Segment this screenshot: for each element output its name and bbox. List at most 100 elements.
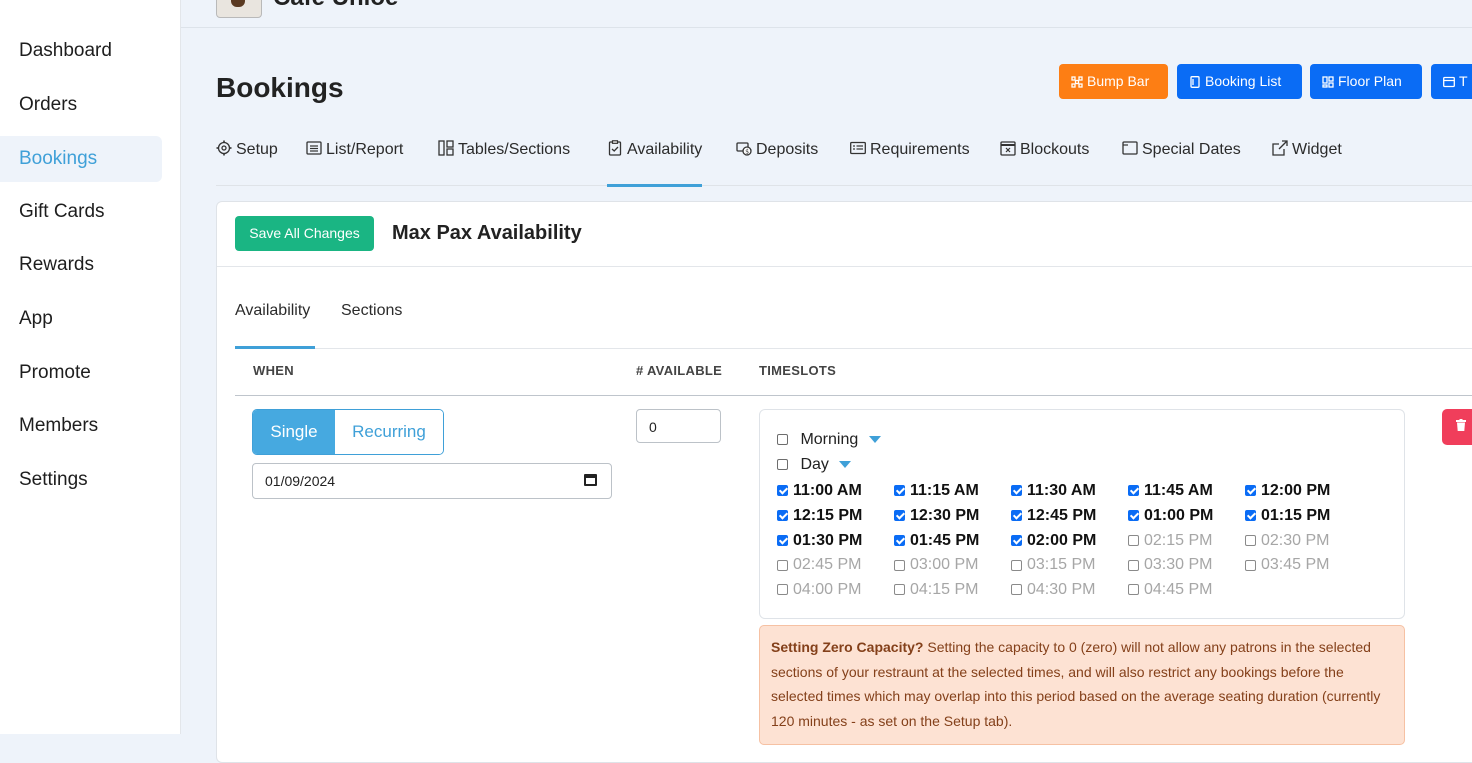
timeslot-checkbox[interactable] [1011,485,1022,497]
timeslot-checkbox[interactable] [1128,534,1139,546]
more-options-icon[interactable]: ··· [419,0,439,9]
timeslot-label: 12:30 PM [910,506,980,524]
morning-checkbox[interactable] [777,434,788,446]
timeslot-checkbox[interactable] [777,559,788,571]
sidebar-item-settings[interactable]: Settings [0,457,162,503]
timeslot-checkbox[interactable] [1011,584,1022,596]
timeslot-item[interactable]: 02:00 PM [1011,532,1096,550]
timeslot-item[interactable]: 04:15 PM [894,581,978,599]
timeslot-item[interactable]: 12:00 PM [1245,482,1330,500]
sidebar-item-gift-cards[interactable]: Gift Cards [0,189,162,235]
delete-row-button[interactable] [1442,409,1472,445]
floor-plan-button[interactable]: Floor Plan [1310,64,1422,99]
timeslot-label: 12:15 PM [793,506,863,524]
timeslot-item[interactable]: 02:15 PM [1128,532,1212,550]
subtab-sections[interactable]: Sections [341,302,402,346]
timeslot-label: 02:30 PM [1261,531,1330,549]
timeslot-item[interactable]: 04:45 PM [1128,581,1212,599]
timeslot-label: 02:15 PM [1144,531,1213,549]
tab-special-dates[interactable]: Special Dates [1122,138,1241,184]
timeslot-item[interactable]: 12:15 PM [777,507,862,525]
save-all-changes-button[interactable]: Save All Changes [235,216,374,251]
tab-tables-sections-label: Tables/Sections [458,141,571,158]
timeslot-item[interactable]: 04:30 PM [1011,581,1095,599]
booking-list-button[interactable]: Booking List [1177,64,1302,99]
timeslot-checkbox[interactable] [894,534,905,546]
timeslot-checkbox[interactable] [1245,510,1256,522]
recurring-mode-button[interactable]: Recurring [335,410,443,454]
page-title: Bookings [216,72,344,103]
timeslot-item[interactable]: 11:15 AM [894,482,979,500]
timeslot-item[interactable]: 03:45 PM [1245,556,1329,574]
single-mode-button[interactable]: Single [253,410,335,454]
timeslot-item[interactable]: 02:45 PM [777,556,861,574]
timeslot-checkbox[interactable] [894,584,905,596]
timeslot-item[interactable]: 03:30 PM [1128,556,1212,574]
timeslot-checkbox[interactable] [1245,534,1256,546]
timeslot-item[interactable]: 04:00 PM [777,581,861,599]
tab-tables-sections[interactable]: Tables/Sections [438,138,570,184]
timeslot-checkbox[interactable] [777,485,788,497]
day-group[interactable]: Day [777,456,852,474]
timeslot-checkbox[interactable] [1128,559,1139,571]
tab-list-report[interactable]: List/Report [306,138,403,184]
timeslot-item[interactable]: 01:30 PM [777,532,862,550]
bump-bar-button[interactable]: Bump Bar [1059,64,1168,99]
timeslot-checkbox[interactable] [1245,485,1256,497]
tab-widget[interactable]: Widget [1272,138,1342,184]
timeslot-checkbox[interactable] [777,534,788,546]
timeslot-item[interactable]: 01:45 PM [894,532,979,550]
tab-availability[interactable]: Availability [607,138,703,187]
sidebar-item-promote[interactable]: Promote [0,350,162,396]
bump-bar-label: Bump Bar [1087,73,1150,89]
timeslot-checkbox[interactable] [1128,485,1139,497]
timeslot-checkbox[interactable] [1245,559,1256,571]
timeslot-item[interactable]: 02:30 PM [1245,532,1329,550]
timeslot-checkbox[interactable] [777,584,788,596]
timeslot-checkbox[interactable] [1011,510,1022,522]
timeslot-checkbox[interactable] [1128,510,1139,522]
tab-setup[interactable]: Setup [216,138,278,184]
tab-blockouts[interactable]: Blockouts [1000,138,1089,184]
tab-requirements[interactable]: Requirements [850,138,970,184]
sidebar-item-app[interactable]: App [0,296,162,342]
subtab-availability[interactable]: Availability [235,302,315,349]
caret-down-icon[interactable] [868,436,881,444]
timeslot-label: 04:45 PM [1144,581,1213,599]
sidebar-item-members[interactable]: Members [0,403,162,449]
timeslot-item[interactable]: 11:00 AM [777,482,862,500]
date-input[interactable]: 01/09/2024 [252,463,612,499]
morning-group[interactable]: Morning [777,431,881,449]
available-count-input[interactable]: 0 [636,409,721,443]
calendar-icon[interactable] [584,474,597,486]
tab-deposits[interactable]: $ Deposits [736,138,818,184]
timeslot-checkbox[interactable] [1011,559,1022,571]
mode-toggle: Single Recurring [252,409,444,455]
timeslot-item[interactable]: 12:30 PM [894,507,979,525]
sidebar-item-dashboard[interactable]: Dashboard [0,28,162,74]
timeslot-checkbox[interactable] [1128,584,1139,596]
timeslot-checkbox[interactable] [777,510,788,522]
top-bar: Cafe Unloe ··· [181,0,1472,28]
tables-button[interactable]: T [1431,64,1472,99]
timeslot-item[interactable]: 01:15 PM [1245,507,1330,525]
timeslot-item[interactable]: 03:15 PM [1011,556,1095,574]
timeslot-checkbox[interactable] [894,485,905,497]
timeslot-checkbox[interactable] [894,510,905,522]
table-header-divider [235,395,1472,396]
day-checkbox[interactable] [777,459,788,471]
bookings-tabs: Setup List/Report Tables/Sections Availa… [216,138,1472,187]
sidebar-item-bookings[interactable]: Bookings [0,136,162,182]
timeslot-item[interactable]: 03:00 PM [894,556,978,574]
timeslot-checkbox[interactable] [1011,534,1022,546]
timeslot-item[interactable]: 01:00 PM [1128,507,1213,525]
timeslot-item[interactable]: 11:30 AM [1011,482,1096,500]
timeslots-panel: Morning Day 11:00 AM 11:15 AM 11:30 AM 11:4… [759,409,1405,619]
timeslot-item[interactable]: 11:45 AM [1128,482,1213,500]
caret-down-icon[interactable] [839,461,852,469]
sidebar-item-orders[interactable]: Orders [0,82,162,128]
venue-name[interactable]: Cafe Unloe [273,0,398,12]
sidebar-item-rewards[interactable]: Rewards [0,242,162,288]
timeslot-checkbox[interactable] [894,559,905,571]
timeslot-item[interactable]: 12:45 PM [1011,507,1096,525]
